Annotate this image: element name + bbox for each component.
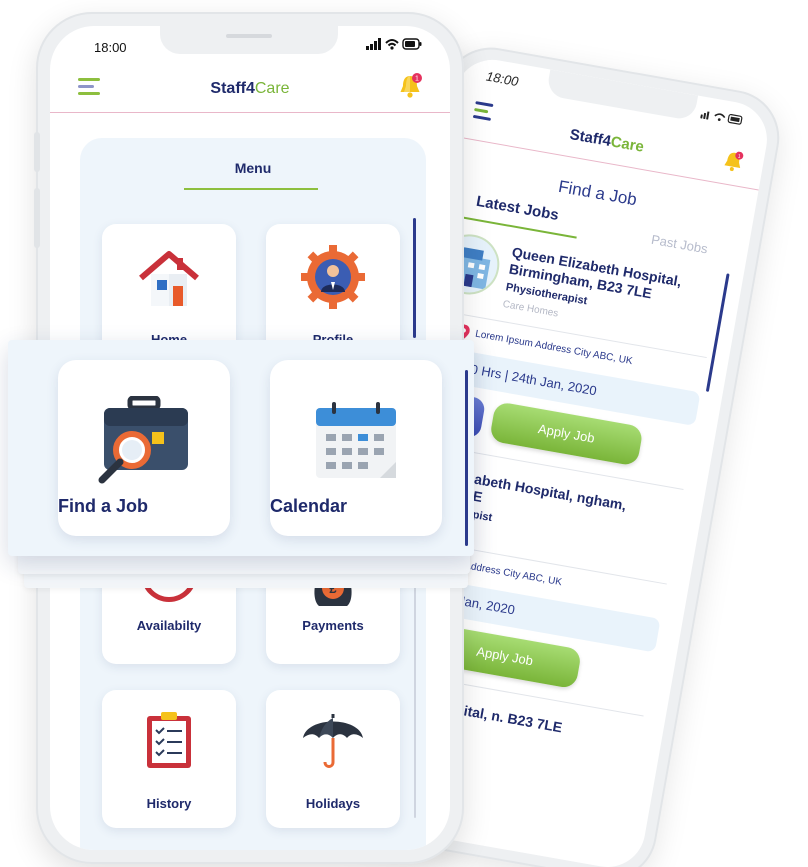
tile-label: Availabilty xyxy=(136,618,202,633)
popout-scrollbar[interactable] xyxy=(465,370,468,546)
clipboard-icon xyxy=(147,712,191,768)
tile-label: History xyxy=(146,796,192,811)
menu-tile-holidays[interactable]: Holidays xyxy=(266,690,400,828)
tile-label: Calendar xyxy=(270,496,348,516)
menu-scroll-track xyxy=(414,558,416,818)
front-status-icons xyxy=(366,38,422,50)
menu-title-underline xyxy=(184,188,318,190)
menu-tile-calendar[interactable]: Calendar xyxy=(270,360,442,536)
bell-count: 1 xyxy=(415,76,419,83)
tab-past-jobs[interactable]: Past Jobs xyxy=(650,232,709,257)
back-phone-notch xyxy=(545,69,699,122)
briefcase-search-icon xyxy=(98,396,188,484)
tile-label: Find a Job xyxy=(58,496,148,516)
umbrella-icon xyxy=(303,714,363,768)
front-status-time: 18:00 xyxy=(94,40,127,55)
home-icon xyxy=(139,251,199,306)
menu-tile-find-a-job[interactable]: Find a Job xyxy=(58,360,230,536)
job-type: Care Homes xyxy=(501,298,560,320)
tile-label: Payments xyxy=(302,618,364,633)
tab-latest-jobs[interactable]: Latest Jobs xyxy=(475,193,560,224)
signal-wifi-battery-icon xyxy=(700,111,743,125)
back-bell-icon[interactable]: 1 xyxy=(721,149,745,174)
front-phone-notch xyxy=(160,26,338,54)
app-logo: Staff4Care xyxy=(210,80,290,97)
calendar-icon xyxy=(316,402,396,478)
featured-menu-popout: Find a Job Calendar xyxy=(8,340,474,556)
back-status-icons xyxy=(700,108,746,128)
menu-title: Menu xyxy=(234,160,272,176)
menu-tile-history[interactable]: History xyxy=(102,690,236,828)
notification-bell-icon[interactable]: 1 xyxy=(398,72,424,100)
menu-scrollbar[interactable] xyxy=(413,218,416,338)
header-divider xyxy=(50,112,450,113)
tile-label: Holidays xyxy=(305,796,361,811)
back-status-time: 18:00 xyxy=(484,68,520,90)
signal-wifi-battery-icon xyxy=(366,38,422,50)
profile-gear-icon xyxy=(301,245,365,309)
